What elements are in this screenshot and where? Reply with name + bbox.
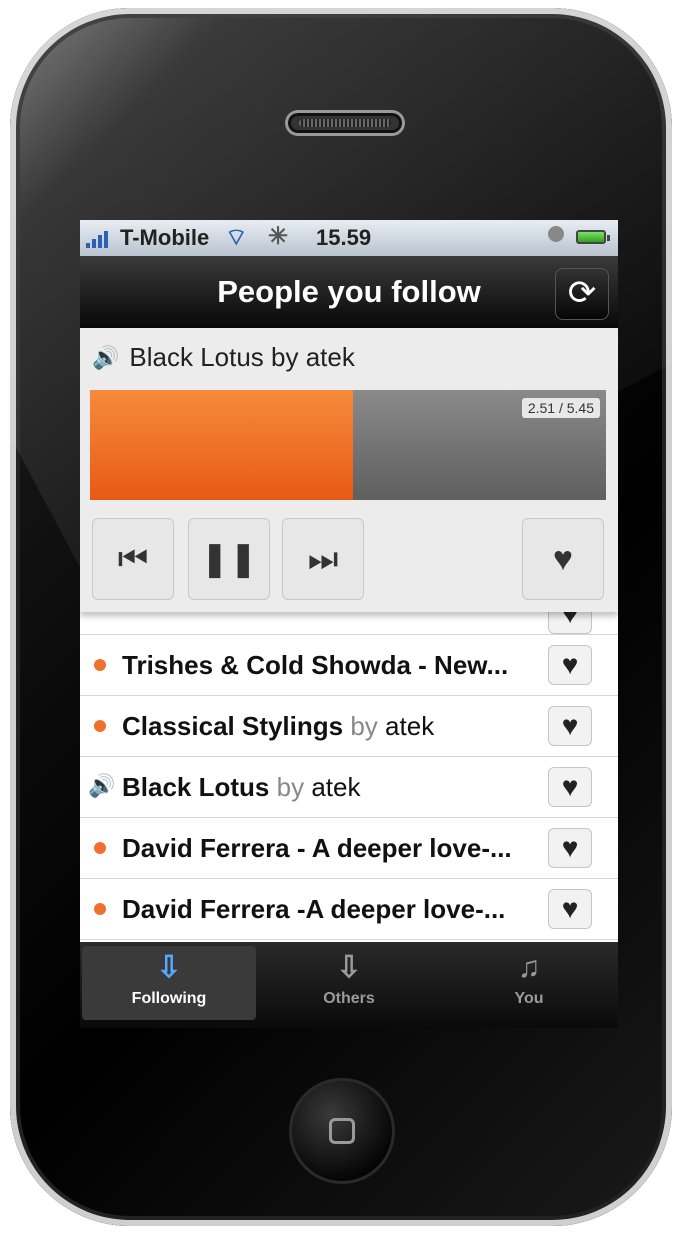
- list-item[interactable]: David Ferrera -A deeper love-... ♥: [80, 879, 618, 940]
- wifi-icon: ⌔: [225, 224, 248, 251]
- list-item[interactable]: ♥: [80, 594, 618, 635]
- earpiece-speaker: [285, 110, 405, 136]
- pause-icon: ❚❚: [200, 540, 258, 578]
- list-item[interactable]: David Ferrera - A deeper love-... ♥: [80, 818, 618, 879]
- next-button[interactable]: ⏭: [282, 518, 364, 600]
- heart-button[interactable]: ♥: [548, 828, 592, 868]
- tab-label: Others: [323, 990, 375, 1007]
- track-title: Trishes & Cold Showda - New...: [122, 650, 509, 680]
- tab-you[interactable]: ♫ You: [442, 946, 616, 1020]
- clock: 15.59: [316, 225, 372, 250]
- heart-button[interactable]: ♥: [548, 706, 592, 746]
- heart-button[interactable]: ♥: [548, 645, 592, 685]
- tab-label: You: [514, 990, 544, 1007]
- signal-icon: [86, 228, 108, 248]
- status-bar: T-Mobile ⌔ ✳ 15.59: [80, 220, 618, 256]
- next-icon: ⏭: [307, 540, 339, 578]
- list-item[interactable]: Trishes & Cold Showda - New... ♥: [80, 635, 618, 696]
- battery-icon: [576, 230, 610, 244]
- heart-button[interactable]: ♥: [548, 767, 592, 807]
- down-arrow-icon: ⇩: [336, 951, 362, 984]
- list-item[interactable]: Classical Stylings by atek ♥: [80, 696, 618, 757]
- refresh-icon: ⟳: [567, 274, 597, 312]
- app-screen: T-Mobile ⌔ ✳ 15.59 People you follow ⟳ 🔊…: [80, 220, 618, 1028]
- unplayed-dot-icon: [94, 659, 106, 671]
- home-button[interactable]: [289, 1078, 395, 1184]
- track-title: Classical Stylings by atek: [122, 711, 435, 741]
- favorite-button[interactable]: ♥: [522, 518, 604, 600]
- unplayed-dot-icon: [94, 842, 106, 854]
- navigation-bar: People you follow ⟳: [80, 256, 618, 328]
- heart-button[interactable]: ♥: [548, 889, 592, 929]
- now-playing-title: Black Lotus by atek: [129, 342, 355, 372]
- alarm-icon: [548, 226, 564, 242]
- activity-spinner-icon: ✳: [268, 223, 289, 250]
- unplayed-dot-icon: [94, 903, 106, 915]
- speaker-icon: 🔊: [88, 773, 116, 798]
- waveform-played: [90, 390, 353, 500]
- previous-icon: ⏮: [117, 540, 149, 578]
- list-item[interactable]: 🔊 Black Lotus by atek ♥: [80, 757, 618, 818]
- tab-others[interactable]: ⇩ Others: [262, 946, 436, 1020]
- page-title: People you follow: [217, 274, 481, 309]
- carrier-name: T-Mobile: [120, 225, 210, 250]
- music-note-icon: ♫: [517, 951, 541, 984]
- waveform-scrubber[interactable]: 2.51 / 5.45: [90, 390, 606, 500]
- tab-following[interactable]: ⇩ Following: [82, 946, 256, 1020]
- tab-label: Following: [131, 990, 207, 1007]
- track-title: David Ferrera -A deeper love-...: [122, 894, 506, 924]
- playback-time: 2.51 / 5.45: [521, 398, 600, 418]
- heart-icon: ♥: [552, 540, 574, 578]
- down-arrow-icon: ⇩: [156, 951, 182, 984]
- speaker-icon: 🔊: [92, 344, 120, 370]
- player-panel: 🔊 Black Lotus by atek 2.51 / 5.45 ⏮ ❚❚ ⏭…: [80, 328, 618, 612]
- track-title: David Ferrera - A deeper love-...: [122, 833, 512, 863]
- unplayed-dot-icon: [94, 720, 106, 732]
- track-list: ♥ Trishes & Cold Showda - New... ♥ Class…: [80, 594, 618, 940]
- tab-bar: ⇩ Following ⇩ Others ♫ You: [80, 942, 618, 1028]
- track-title: Black Lotus by atek: [122, 772, 361, 802]
- pause-button[interactable]: ❚❚: [188, 518, 270, 600]
- previous-button[interactable]: ⏮: [92, 518, 174, 600]
- refresh-button[interactable]: ⟳: [555, 268, 609, 320]
- now-playing: 🔊 Black Lotus by atek: [92, 342, 355, 373]
